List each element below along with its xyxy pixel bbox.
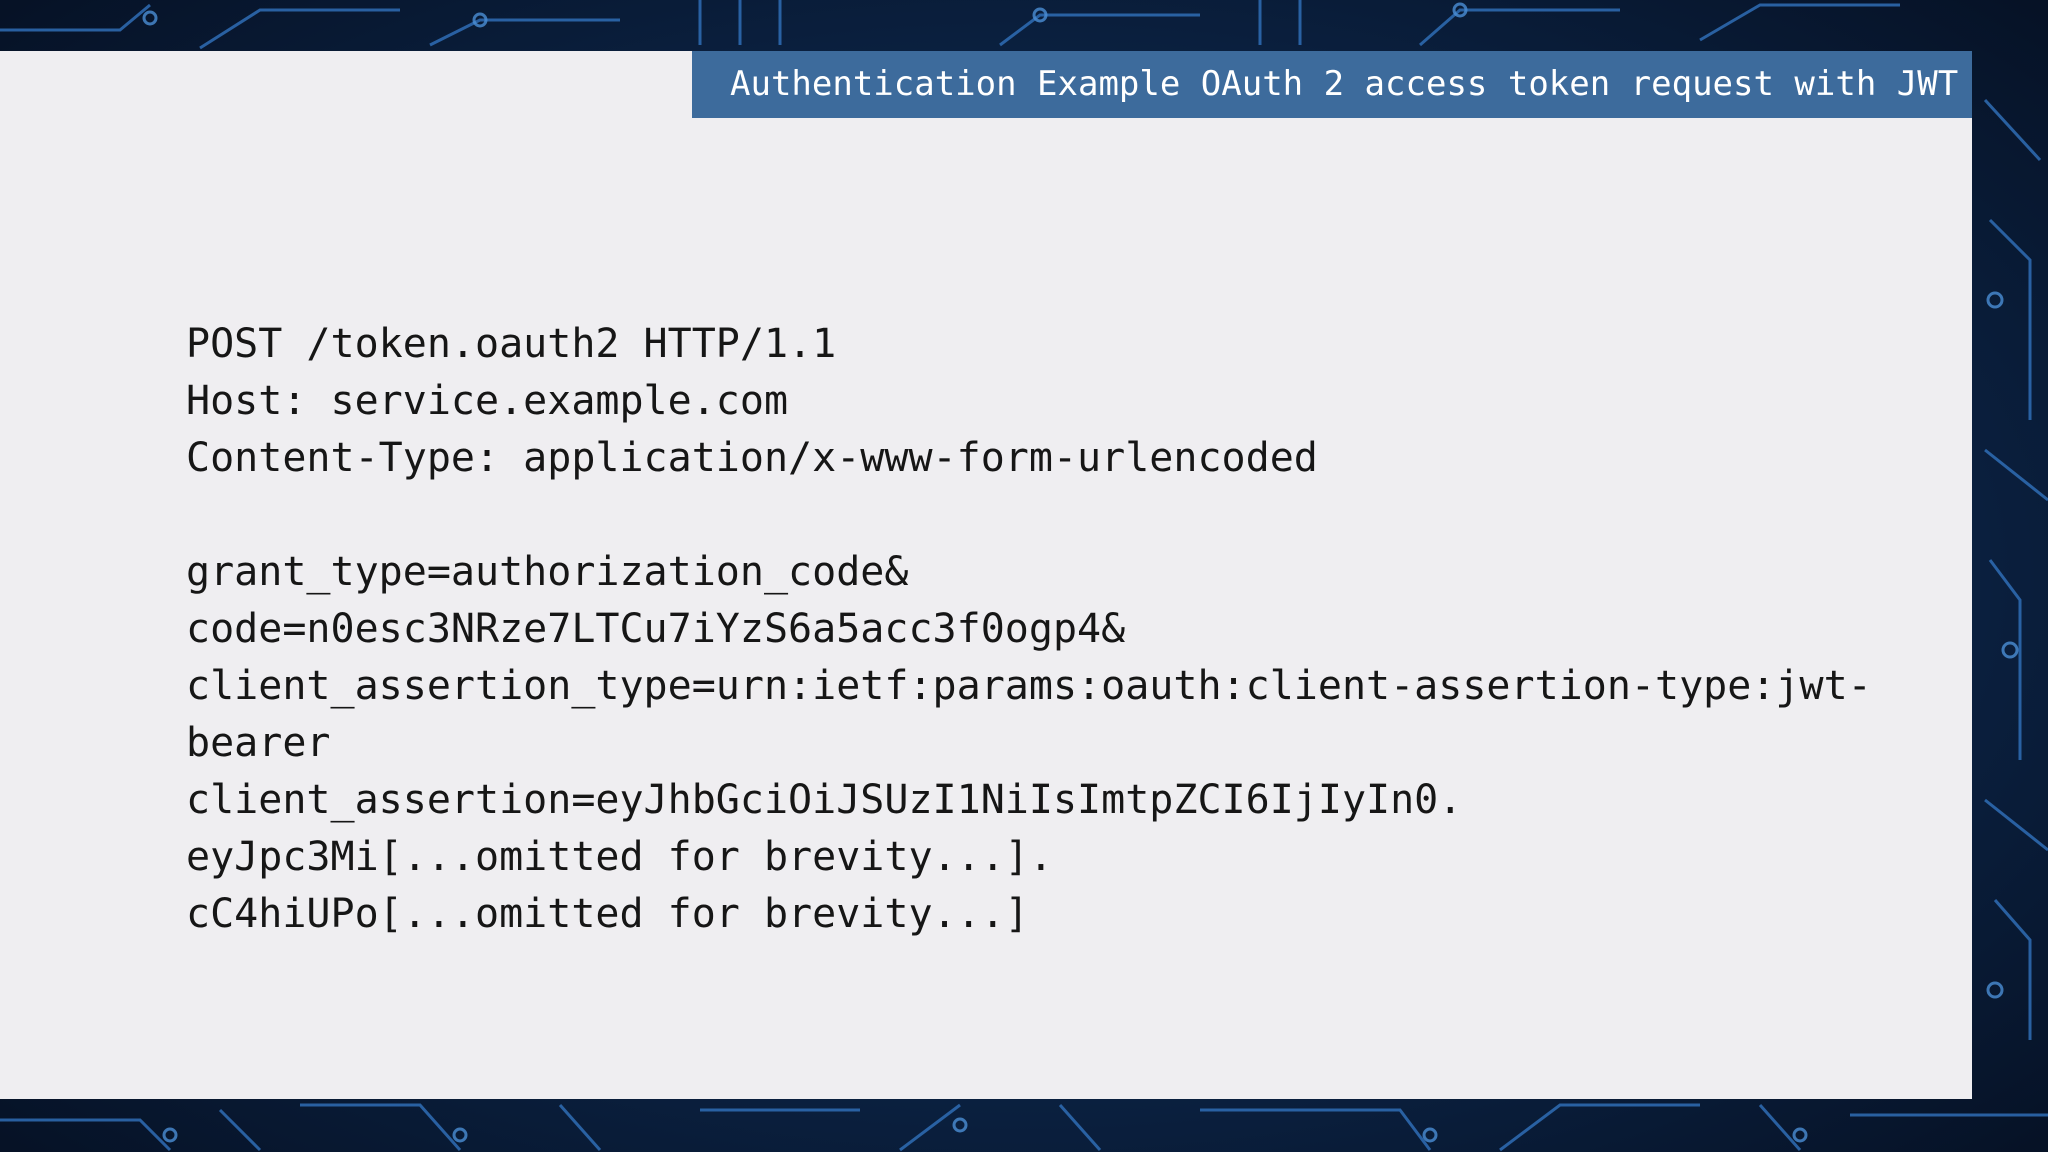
content-type-header-line: Content-Type: application/x-www-form-url… [186, 435, 1318, 481]
http-request-code-block: POST /token.oauth2 HTTP/1.1 Host: servic… [186, 316, 1906, 943]
body-line-client-assertion-type: client_assertion_type=urn:ietf:params:oa… [186, 663, 1872, 709]
slide-title: Authentication Example OAuth 2 access to… [692, 51, 1972, 118]
host-header-line: Host: service.example.com [186, 378, 789, 424]
body-line-client-assertion: client_assertion=eyJhbGciOiJSUzI1NiIsImt… [186, 777, 1463, 823]
body-line-grant-type: grant_type=authorization_code& [186, 549, 909, 595]
request-line: POST /token.oauth2 HTTP/1.1 [186, 321, 837, 367]
body-line-jwt-payload: eyJpc3Mi[...omitted for brevity...]. [186, 834, 1053, 880]
body-line-client-assertion-type-cont: bearer [186, 720, 331, 766]
body-line-jwt-signature: cC4hiUPo[...omitted for brevity...] [186, 891, 1029, 937]
slide-panel: Authentication Example OAuth 2 access to… [0, 51, 1972, 1099]
body-line-code: code=n0esc3NRze7LTCu7iYzS6a5acc3f0ogp4& [186, 606, 1126, 652]
